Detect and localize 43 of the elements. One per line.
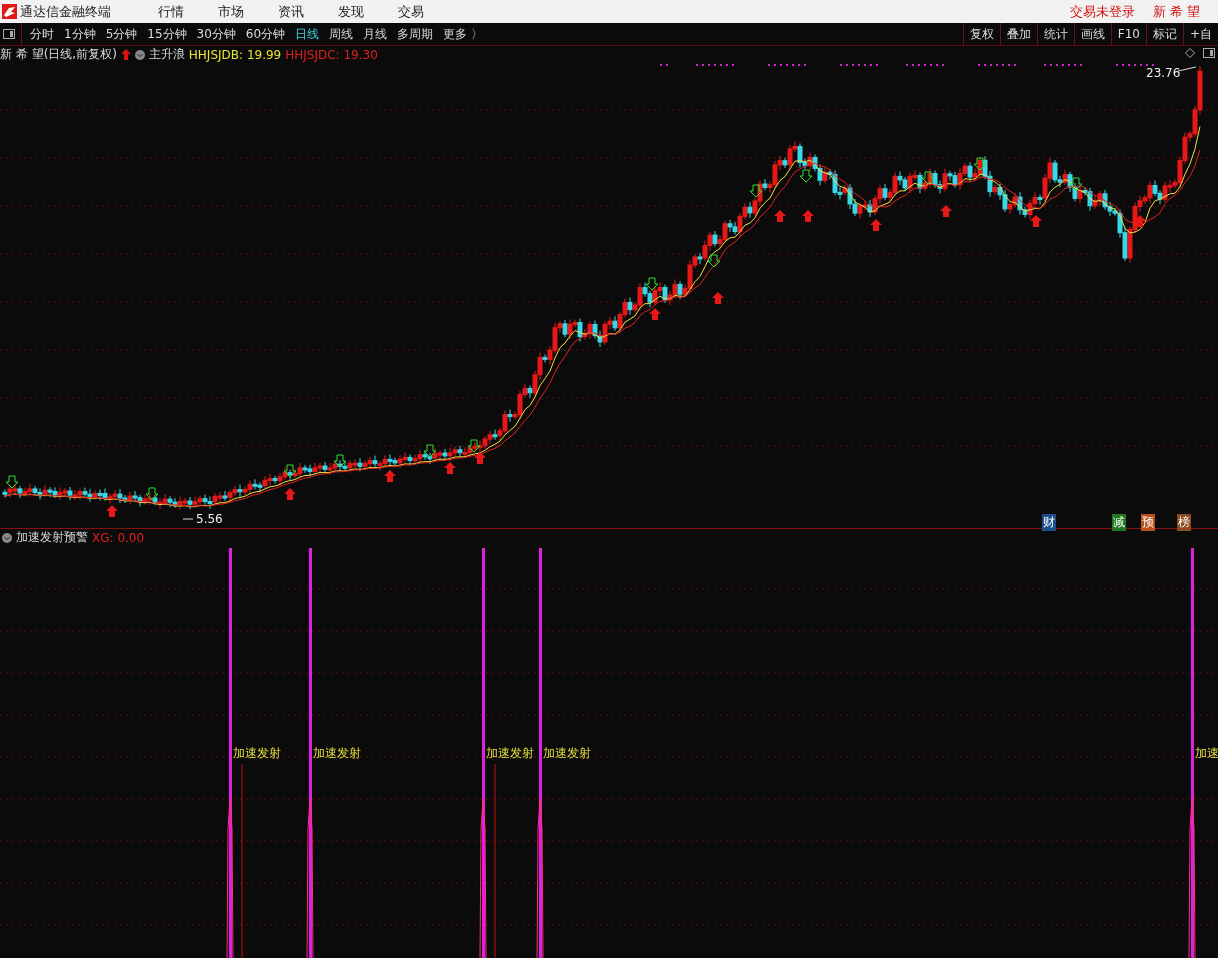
info-badge[interactable]: 财 bbox=[1042, 514, 1056, 531]
toolbar-button[interactable]: F10 bbox=[1110, 23, 1146, 45]
info-badge[interactable]: 预 bbox=[1141, 514, 1155, 531]
menu-item[interactable]: 资讯 bbox=[278, 2, 304, 21]
toolbar-button[interactable]: +自 bbox=[1182, 23, 1218, 45]
signal-label: 加速发射 bbox=[486, 745, 534, 762]
toolbar-button[interactable]: 叠加 bbox=[999, 23, 1037, 45]
toolbar-button[interactable]: 画线 bbox=[1073, 23, 1111, 45]
period-tab[interactable]: 15分钟 bbox=[147, 25, 187, 43]
chart-title: 新 希 望(日线,前复权) bbox=[0, 46, 117, 63]
indicator-name: 主升浪 bbox=[148, 46, 185, 63]
menu-item[interactable]: 交易 bbox=[398, 2, 424, 21]
app-title: 通达信金融终端 bbox=[20, 2, 111, 21]
period-tab[interactable]: 周线 bbox=[329, 25, 354, 43]
period-tab[interactable]: 多周期 bbox=[397, 25, 434, 43]
menu-item[interactable]: 发现 bbox=[338, 2, 364, 21]
stock-name: 新 希 望 bbox=[1152, 2, 1200, 21]
menu-item[interactable]: 行情 bbox=[158, 2, 184, 21]
signal-label: 加速发射 bbox=[313, 745, 361, 762]
toolbar-button[interactable]: 统计 bbox=[1036, 23, 1074, 45]
indicator-value: HHJSJDB: 19.99 bbox=[188, 47, 282, 62]
info-badge[interactable]: 减 bbox=[1112, 514, 1126, 531]
toolbar-button[interactable]: 复权 bbox=[962, 23, 1000, 45]
signal-label: 加速 bbox=[1195, 745, 1218, 762]
high-price-label: 23.76 bbox=[1146, 66, 1181, 80]
indicator-value: XG: 0.00 bbox=[92, 530, 145, 545]
info-badge[interactable]: 榜 bbox=[1177, 514, 1191, 531]
indicator-value: HHJSJDC: 19.30 bbox=[285, 47, 378, 62]
period-tab[interactable]: 更多 〉 bbox=[443, 25, 483, 43]
period-tab[interactable]: 30分钟 bbox=[196, 25, 236, 43]
period-tab[interactable]: 1分钟 bbox=[64, 25, 96, 43]
login-status[interactable]: 交易未登录 bbox=[1069, 2, 1135, 21]
period-tab[interactable]: 60分钟 bbox=[245, 25, 286, 43]
low-price-label: 5.56 bbox=[196, 512, 223, 526]
signal-label: 加速发射 bbox=[233, 745, 281, 762]
period-tab[interactable]: 分时 bbox=[30, 25, 54, 43]
chart-title: 加速发射预警 bbox=[16, 529, 88, 546]
signal-label: 加速发射 bbox=[543, 745, 591, 762]
toolbar-button[interactable]: 标记 bbox=[1145, 23, 1183, 45]
period-tab[interactable]: 5分钟 bbox=[105, 25, 138, 43]
period-tab[interactable]: 日线 bbox=[295, 25, 320, 43]
menu-item[interactable]: 市场 bbox=[218, 2, 244, 21]
period-tab[interactable]: 月线 bbox=[363, 25, 388, 43]
